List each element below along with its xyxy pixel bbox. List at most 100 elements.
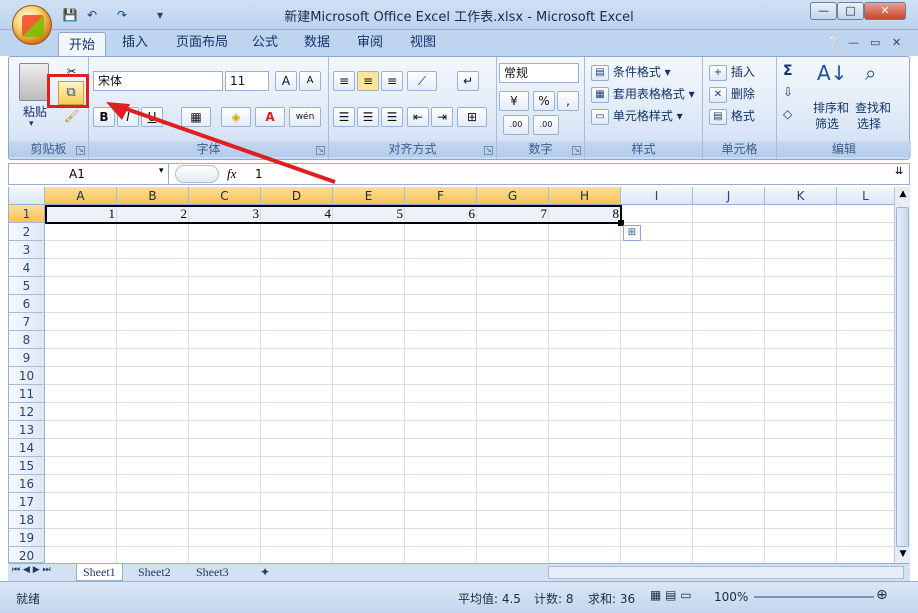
row-header[interactable]: 3 — [9, 241, 45, 259]
row-header[interactable]: 9 — [9, 349, 45, 367]
scroll-thumb[interactable] — [896, 207, 909, 547]
row-header[interactable]: 13 — [9, 421, 45, 439]
autosum-button[interactable]: Σ — [783, 63, 793, 79]
ribbon-close-icon[interactable]: ✕ — [892, 36, 901, 49]
tab-home[interactable]: 开始 — [58, 32, 107, 57]
tab-review[interactable]: 审阅 — [347, 30, 393, 56]
row-header[interactable]: 7 — [9, 313, 45, 331]
cell-styles-button[interactable]: ▭ 单元格样式 ▾ — [591, 107, 683, 125]
cell-h1[interactable]: 8 — [549, 205, 621, 223]
ribbon-minimize-icon[interactable]: — — [848, 36, 859, 49]
row-header[interactable]: 18 — [9, 511, 45, 529]
zoom-in-icon[interactable]: ⊕ — [876, 587, 888, 603]
orientation-button[interactable]: ⟋ — [407, 71, 437, 91]
sheet-nav-icons[interactable]: ⏮ ◀ ▶ ⏭ — [12, 565, 51, 575]
cell-c1[interactable]: 3 — [189, 205, 261, 223]
align-top-button[interactable]: ≡ — [333, 71, 355, 91]
align-right-button[interactable]: ☰ — [381, 107, 403, 127]
worksheet-grid[interactable]: A B C D E F G H I J K L 1 2 3 4 5 6 7 8 … — [8, 187, 895, 563]
column-header-i[interactable]: I — [621, 187, 693, 205]
zoom-slider[interactable] — [754, 596, 874, 598]
format-painter-icon[interactable]: 🖌 — [64, 109, 79, 123]
new-sheet-icon[interactable]: ✦ — [254, 564, 276, 581]
row-header[interactable]: 14 — [9, 439, 45, 457]
shrink-font-button[interactable]: A — [299, 71, 321, 91]
find-select-label-2[interactable]: 选择 — [857, 115, 881, 132]
number-launcher-icon[interactable]: ↘ — [572, 146, 581, 155]
scroll-down-icon[interactable]: ▼ — [897, 549, 909, 561]
quick-analysis-icon[interactable]: ⊞ — [623, 225, 641, 241]
conditional-format-button[interactable]: ▤ 条件格式 ▾ — [591, 63, 671, 81]
column-header-e[interactable]: E — [333, 187, 405, 205]
sheet-tab-2[interactable]: Sheet2 — [132, 564, 177, 581]
tab-data[interactable]: 数据 — [294, 30, 340, 56]
row-header[interactable]: 1 — [9, 205, 45, 223]
wrap-text-button[interactable]: ↵ — [457, 71, 479, 91]
column-header-g[interactable]: G — [477, 187, 549, 205]
sort-filter-icon[interactable]: A↓ — [817, 61, 847, 85]
font-size-select[interactable]: 11 — [225, 71, 269, 91]
tab-view[interactable]: 视图 — [400, 30, 446, 56]
find-select-label[interactable]: 查找和 — [855, 99, 891, 116]
office-button[interactable] — [12, 5, 52, 45]
close-button[interactable]: ✕ — [864, 2, 906, 20]
customize-qat-icon[interactable]: ▾ — [152, 7, 168, 23]
cell-e1[interactable]: 5 — [333, 205, 405, 223]
paste-dropdown-icon[interactable]: ▾ — [29, 119, 34, 129]
scroll-up-icon[interactable]: ▲ — [897, 189, 909, 203]
cell-f1[interactable]: 6 — [405, 205, 477, 223]
row-header[interactable]: 12 — [9, 403, 45, 421]
tab-formulas[interactable]: 公式 — [242, 30, 288, 56]
row-header[interactable]: 5 — [9, 277, 45, 295]
align-bottom-button[interactable]: ≡ — [381, 71, 403, 91]
row-header[interactable]: 19 — [9, 529, 45, 547]
ribbon-restore-icon[interactable]: ▭ — [870, 36, 880, 49]
decrease-decimal-button[interactable]: .00 — [533, 115, 559, 135]
align-center-button[interactable]: ☰ — [357, 107, 379, 127]
cell-d1[interactable]: 4 — [261, 205, 333, 223]
column-header-l[interactable]: L — [837, 187, 895, 205]
row-header[interactable]: 4 — [9, 259, 45, 277]
align-middle-button[interactable]: ≡ — [357, 71, 379, 91]
column-header-j[interactable]: J — [693, 187, 765, 205]
cell-b1[interactable]: 2 — [117, 205, 189, 223]
row-header[interactable]: 8 — [9, 331, 45, 349]
column-header-f[interactable]: F — [405, 187, 477, 205]
table-format-button[interactable]: ▦ 套用表格格式 ▾ — [591, 85, 695, 103]
paste-label[interactable]: 粘贴 — [23, 103, 47, 120]
clear-icon[interactable]: ◇ — [783, 107, 792, 121]
row-header[interactable]: 6 — [9, 295, 45, 313]
tab-page-layout[interactable]: 页面布局 — [166, 30, 238, 56]
view-buttons[interactable]: ▦ ▤ ▭ — [650, 588, 692, 602]
row-header[interactable]: 10 — [9, 367, 45, 385]
redo-icon[interactable]: ↷ — [114, 7, 130, 23]
cell-a1[interactable]: 1 — [45, 205, 117, 223]
font-name-select[interactable]: 宋体 — [93, 71, 223, 91]
row-header[interactable]: 20 — [9, 547, 45, 563]
sort-filter-label-2[interactable]: 筛选 — [815, 115, 839, 132]
merge-button[interactable]: ⊞ — [457, 107, 487, 127]
undo-icon[interactable]: ↶ — [84, 7, 100, 23]
delete-cells-button[interactable]: ✕ 删除 — [709, 85, 755, 103]
increase-indent-button[interactable]: ⇥ — [431, 107, 453, 127]
help-icon[interactable]: ❔ — [826, 36, 841, 50]
save-icon[interactable]: 💾 — [62, 7, 78, 23]
column-header-k[interactable]: K — [765, 187, 837, 205]
clipboard-launcher-icon[interactable]: ↘ — [76, 146, 85, 155]
grow-font-button[interactable]: A — [275, 71, 297, 91]
expand-formula-icon[interactable]: ⇊ — [895, 166, 903, 177]
sheet-tab-1[interactable]: Sheet1 — [76, 564, 123, 581]
row-header[interactable]: 2 — [9, 223, 45, 241]
row-header[interactable]: 16 — [9, 475, 45, 493]
maximize-button[interactable]: □ — [837, 2, 864, 20]
comma-button[interactable]: , — [557, 91, 579, 111]
column-header-h[interactable]: H — [549, 187, 621, 205]
row-header[interactable]: 15 — [9, 457, 45, 475]
decrease-indent-button[interactable]: ⇤ — [407, 107, 429, 127]
sort-filter-label[interactable]: 排序和 — [813, 99, 849, 116]
sheet-tab-3[interactable]: Sheet3 — [190, 564, 235, 581]
select-all-corner[interactable] — [9, 187, 45, 205]
row-header[interactable]: 17 — [9, 493, 45, 511]
zoom-level[interactable]: 100% — [714, 590, 748, 604]
alignment-launcher-icon[interactable]: ↘ — [484, 146, 493, 155]
